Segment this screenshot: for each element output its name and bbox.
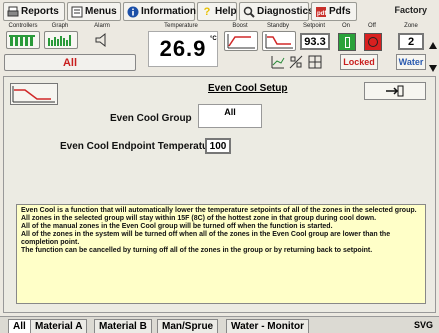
info-icon bbox=[127, 6, 139, 18]
menus-label: Menus bbox=[85, 6, 117, 17]
standby-label: Standby bbox=[266, 23, 290, 29]
info-line: All of the zones in the system will be t… bbox=[21, 231, 391, 246]
tab-material-b[interactable]: Material B bbox=[94, 319, 152, 333]
controllers-label: Controllers bbox=[8, 23, 38, 29]
pdf-icon: pdf bbox=[315, 6, 327, 18]
alarm-label: Alarm bbox=[94, 23, 110, 29]
temperature-unit: °C bbox=[210, 36, 217, 42]
menus-icon bbox=[71, 6, 83, 18]
factory-label: Factory bbox=[394, 5, 427, 15]
zone-up-arrow-icon[interactable] bbox=[429, 37, 437, 49]
setpoint-label: Setpoint bbox=[302, 23, 326, 29]
endpoint-temperature-label: Even Cool Endpoint Temperature bbox=[60, 141, 218, 152]
temperature-display: 26.9 bbox=[148, 31, 218, 67]
menus-button[interactable]: Menus bbox=[67, 2, 121, 21]
reports-button[interactable]: Reports bbox=[3, 2, 65, 21]
cooldown-curve-button[interactable] bbox=[10, 83, 58, 105]
tab-man-sprue[interactable]: Man/Sprue bbox=[157, 319, 219, 333]
reports-label: Reports bbox=[21, 6, 59, 17]
tab-all[interactable]: All bbox=[8, 319, 31, 333]
zone-down-arrow-icon[interactable] bbox=[429, 60, 437, 72]
even-cool-group-label: Even Cool Group bbox=[110, 113, 192, 124]
diagnostics-label: Diagnostics bbox=[257, 6, 314, 17]
speaker-icon[interactable] bbox=[94, 31, 112, 49]
exit-icon bbox=[386, 85, 404, 97]
printer-icon bbox=[7, 6, 19, 18]
help-icon: ? bbox=[203, 5, 211, 18]
power-on-icon bbox=[345, 37, 350, 48]
information-button[interactable]: Information bbox=[123, 2, 196, 21]
temperature-label: Temperature bbox=[164, 23, 198, 29]
help-label: Help bbox=[215, 6, 237, 17]
boost-button[interactable] bbox=[224, 31, 258, 51]
tab-water-monitor[interactable]: Water - Monitor bbox=[226, 319, 309, 333]
info-line: The function can be cancelled by turning… bbox=[21, 247, 373, 254]
endpoint-temperature-value[interactable]: 100 bbox=[205, 138, 231, 154]
grid-icon[interactable] bbox=[308, 55, 322, 69]
zone-group-all[interactable]: All bbox=[4, 54, 136, 71]
standby-button[interactable] bbox=[262, 31, 296, 51]
controllers-icon bbox=[9, 35, 35, 46]
bar-graph-icon bbox=[48, 35, 71, 46]
setpoint-value[interactable]: 93.3 bbox=[300, 33, 330, 50]
info-line: All zones in the selected group will sta… bbox=[21, 215, 377, 222]
pdfs-button[interactable]: pdf Pdfs bbox=[311, 2, 357, 21]
svg-text:pdf: pdf bbox=[317, 11, 327, 17]
diagnostics-icon bbox=[243, 6, 255, 18]
adjust-icon[interactable] bbox=[289, 55, 303, 69]
controllers-button[interactable] bbox=[6, 31, 40, 49]
information-label: Information bbox=[141, 6, 196, 17]
water-status[interactable]: Water bbox=[396, 54, 426, 70]
power-off-icon bbox=[368, 37, 378, 47]
diagnostics-button[interactable]: Diagnostics bbox=[239, 2, 314, 21]
info-line: Even Cool is a function that will automa… bbox=[21, 207, 417, 214]
page-title: Even Cool Setup bbox=[208, 83, 288, 94]
info-line: All of the manual zones in the Even Cool… bbox=[21, 223, 333, 230]
footer-right-label: SVG bbox=[414, 320, 434, 330]
cooldown-curve-icon bbox=[12, 86, 55, 103]
zone-label: Zone bbox=[404, 23, 418, 29]
help-button[interactable]: ? Help bbox=[197, 2, 237, 21]
pdfs-label: Pdfs bbox=[329, 6, 351, 17]
boost-chart-icon bbox=[227, 34, 255, 49]
on-button[interactable] bbox=[338, 33, 356, 51]
info-text-box: Even Cool is a function that will automa… bbox=[16, 204, 426, 304]
off-label: Off bbox=[368, 23, 376, 29]
graph-button[interactable] bbox=[44, 31, 78, 49]
graph-label: Graph bbox=[51, 23, 69, 29]
exit-button[interactable] bbox=[364, 82, 426, 100]
boost-label: Boost bbox=[232, 23, 248, 29]
on-label: On bbox=[341, 23, 350, 29]
trend-icon[interactable] bbox=[271, 55, 285, 69]
zone-value[interactable]: 2 bbox=[398, 33, 424, 50]
even-cool-group-select[interactable]: All bbox=[198, 104, 262, 128]
locked-status[interactable]: Locked bbox=[340, 54, 378, 70]
standby-chart-icon bbox=[265, 34, 293, 49]
tab-material-a[interactable]: Material A bbox=[30, 319, 88, 333]
off-button[interactable] bbox=[364, 33, 382, 51]
